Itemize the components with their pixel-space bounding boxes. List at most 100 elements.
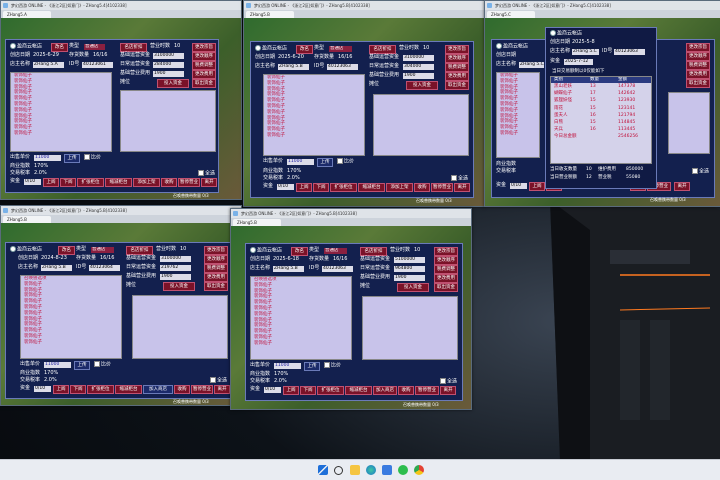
collect-button[interactable]: 收购	[174, 385, 190, 394]
invest-button[interactable]: 投入资金	[406, 81, 438, 90]
add-button[interactable]: 加入商店	[373, 386, 397, 395]
game-window-3[interactable]: 梦幻西游 ONLINE - 《浙江2区|如意门》- ZHang5.C[41023…	[484, 0, 720, 207]
deal-button[interactable]: 上传	[64, 154, 80, 163]
fee-use-button[interactable]: 更改费用	[445, 72, 469, 81]
list-item[interactable]: 装饰仙子	[11, 131, 111, 137]
withdraw-button[interactable]: 取出资金	[434, 283, 458, 292]
stop-button[interactable]: 暂停营业	[431, 183, 453, 192]
leave-button[interactable]: 离开	[214, 385, 230, 394]
shrink-button[interactable]: 缩减柜台	[345, 386, 372, 395]
shrink-button[interactable]: 缩减柜台	[115, 385, 142, 394]
change-order-button[interactable]: 更改顺序	[434, 256, 458, 265]
game-window-1[interactable]: 梦幻西游 ONLINE - 《浙江2区|如意门》- ZHang5.4[41023…	[0, 0, 242, 200]
rename-button[interactable]: 改名	[291, 247, 308, 256]
type-value[interactable]: 普通店	[84, 44, 105, 50]
add-button[interactable]: 添加上架	[133, 178, 160, 187]
invest-button[interactable]: 投入资金	[397, 283, 429, 292]
explorer-icon[interactable]	[350, 465, 360, 475]
list-item[interactable]: 装饰仙子	[251, 341, 351, 347]
expand-button[interactable]: 扩张柜位	[87, 385, 114, 394]
change-order-button[interactable]: 更改顺序	[204, 255, 228, 264]
tab[interactable]: ZHang5.B	[233, 219, 281, 226]
collect-button[interactable]: 收购	[161, 178, 177, 187]
item-list[interactable]: 装饰仙子 装饰仙子 装饰仙子 装饰仙子 装饰仙子 装饰仙子 装饰仙子 装饰仙子 …	[263, 74, 365, 156]
detail-list[interactable]	[668, 92, 710, 154]
game-window-2[interactable]: 梦幻西游 ONLINE - 《浙江2区|如意门》- ZHang5.B[41023…	[243, 0, 485, 207]
search-icon[interactable]	[334, 466, 343, 475]
leave-button[interactable]: 离开	[674, 182, 690, 191]
tab[interactable]: ZHang5.B	[3, 216, 51, 223]
item-list[interactable]: 召唤兽选项 装饰仙子 装饰仙子 装饰仙子 装饰仙子 装饰仙子 装饰仙子 装饰仙子…	[20, 275, 122, 359]
withdraw-button[interactable]: 取出资金	[204, 282, 228, 291]
invest-button[interactable]: 投入资金	[157, 79, 189, 88]
checkbox-icon[interactable]	[324, 362, 330, 368]
down-button[interactable]: 下阅	[313, 183, 329, 192]
game-window-4[interactable]: 梦幻西游 ONLINE - 《浙江2区|如意门》- ZHang5.B[41023…	[0, 205, 242, 406]
game-window-5[interactable]: 梦幻西游 ONLINE - 《浙江2区|如意门》- ZHang5.B[41023…	[230, 208, 472, 410]
fee-set-button[interactable]: 税费调整	[686, 61, 710, 70]
tab[interactable]: ZHang5.B	[246, 11, 294, 18]
fee-set-button[interactable]: 税费调整	[192, 61, 216, 70]
up-button[interactable]: 上阅	[529, 182, 545, 191]
detail-list[interactable]	[132, 295, 228, 359]
change-order-button[interactable]: 更改顺序	[192, 52, 216, 61]
fee-set-button[interactable]: 税费调整	[445, 63, 469, 72]
discount-button[interactable]: 名店折扣	[369, 45, 396, 54]
checkbox-icon[interactable]	[440, 378, 446, 384]
discount-button[interactable]: 名店折扣	[126, 246, 153, 255]
checkbox-icon[interactable]	[198, 170, 204, 176]
upgrade-button[interactable]: 更改宗旨	[204, 246, 228, 255]
invest-button[interactable]: 投入资金	[163, 282, 195, 291]
upgrade-button[interactable]: 更改宗旨	[445, 45, 469, 54]
withdraw-button[interactable]: 取出资金	[445, 81, 469, 90]
fee-use-button[interactable]: 更改费用	[686, 70, 710, 79]
withdraw-button[interactable]: 取出资金	[192, 79, 216, 88]
detail-list[interactable]	[120, 90, 216, 152]
deal-button[interactable]: 上传	[317, 158, 333, 167]
discount-button[interactable]: 名店折扣	[360, 247, 387, 256]
expand-button[interactable]: 扩张柜位	[77, 178, 104, 187]
popup-date-select[interactable]: 2025-7-12	[564, 59, 593, 65]
collect-button[interactable]: 收购	[414, 183, 430, 192]
edge-icon[interactable]	[366, 465, 376, 475]
fee-set-button[interactable]: 税费调整	[434, 265, 458, 274]
list-item[interactable]: 装饰仙子	[497, 131, 539, 137]
price-input[interactable]: 11000	[44, 362, 71, 368]
item-list[interactable]: 装饰仙子 装饰仙子 装饰仙子 装饰仙子 装饰仙子 装饰仙子 装饰仙子 装饰仙子 …	[10, 72, 112, 152]
price-input[interactable]: 11000	[287, 159, 314, 165]
rename-button[interactable]: 改名	[58, 246, 75, 255]
up-button[interactable]: 上阅	[296, 183, 312, 192]
up-button[interactable]: 上阅	[53, 385, 69, 394]
upgrade-button[interactable]: 更改宗旨	[192, 43, 216, 52]
store-icon[interactable]	[382, 465, 392, 475]
leave-button[interactable]: 离开	[201, 178, 217, 187]
shrink-button[interactable]: 缩减柜台	[105, 178, 132, 187]
shrink-button[interactable]: 缩减柜台	[358, 183, 385, 192]
detail-list[interactable]	[362, 296, 458, 360]
item-list[interactable]: 装饰仙子 装饰仙子 装饰仙子 装饰仙子 装饰仙子 装饰仙子 装饰仙子 装饰仙子 …	[496, 72, 540, 158]
price-input[interactable]: 11000	[274, 363, 301, 369]
leave-button[interactable]: 离开	[454, 183, 470, 192]
list-item[interactable]: 装饰仙子	[21, 340, 121, 346]
add-button[interactable]: 添加上架	[386, 183, 413, 192]
fee-use-button[interactable]: 更改费用	[204, 273, 228, 282]
stop-button[interactable]: 暂停营业	[178, 178, 200, 187]
chrome-icon[interactable]	[414, 465, 424, 475]
up-button[interactable]: 上阅	[43, 178, 59, 187]
checkbox-icon[interactable]	[84, 154, 90, 160]
change-order-button[interactable]: 更改顺序	[445, 54, 469, 63]
expand-button[interactable]: 扩张柜位	[330, 183, 357, 192]
down-button[interactable]: 下阅	[70, 385, 86, 394]
wechat-icon[interactable]	[398, 465, 408, 475]
change-order-button[interactable]: 更改顺序	[686, 52, 710, 61]
fee-use-button[interactable]: 更改费用	[434, 274, 458, 283]
upgrade-button[interactable]: 更改宗旨	[434, 247, 458, 256]
rename-button[interactable]: 改名	[51, 43, 68, 52]
upgrade-button[interactable]: 更改宗旨	[686, 43, 710, 52]
windows-start-icon[interactable]	[318, 465, 328, 475]
deal-button[interactable]: 上传	[304, 362, 320, 371]
checkbox-icon[interactable]	[692, 168, 698, 174]
checkbox-icon[interactable]	[451, 175, 457, 181]
checkbox-icon[interactable]	[94, 361, 100, 367]
stop-button[interactable]: 暂停营业	[415, 386, 439, 395]
